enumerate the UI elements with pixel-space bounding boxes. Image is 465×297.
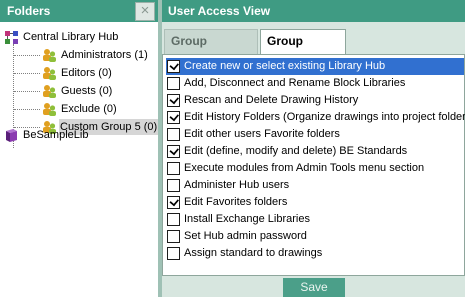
right-label: Assign standard to drawings xyxy=(184,247,323,259)
right-label: Edit other users Favorite folders xyxy=(184,128,340,140)
check-mark-icon xyxy=(169,60,179,71)
right-checkbox[interactable] xyxy=(167,60,180,73)
right-label: Create new or select existing Library Hu… xyxy=(184,60,386,72)
right-checkbox[interactable] xyxy=(167,111,180,124)
folders-title: Folders xyxy=(7,4,51,18)
right-label: Edit History Folders (Organize drawings … xyxy=(184,111,465,123)
right-item[interactable]: Edit other users Favorite folders xyxy=(166,126,464,143)
book-library-icon xyxy=(6,129,17,142)
right-checkbox[interactable] xyxy=(167,230,180,243)
right-checkbox[interactable] xyxy=(167,196,180,209)
tree-connector xyxy=(14,73,40,74)
user-group-icon xyxy=(43,49,56,62)
user-access-title: User Access View xyxy=(168,4,271,18)
right-label: Edit (define, modify and delete) BE Stan… xyxy=(184,145,408,157)
close-button[interactable]: × xyxy=(135,2,155,21)
tab-bar: Group Members Group Rights xyxy=(162,29,465,71)
right-label: Rescan and Delete Drawing History xyxy=(184,94,359,106)
right-item[interactable]: Add, Disconnect and Rename Block Librari… xyxy=(166,75,464,92)
tree-library-label: BeSampleLib xyxy=(23,129,89,141)
group-rights-list: Create new or select existing Library Hu… xyxy=(162,54,465,276)
folder-tree: Central Library Hub Administrators (1) E… xyxy=(0,29,159,297)
right-label: Add, Disconnect and Rename Block Librari… xyxy=(184,77,406,89)
right-label: Install Exchange Libraries xyxy=(184,213,310,225)
right-label: Set Hub admin password xyxy=(184,230,307,242)
check-mark-icon xyxy=(169,94,179,105)
right-label: Execute modules from Admin Tools menu se… xyxy=(184,162,425,174)
right-label: Edit Favorites folders xyxy=(184,196,288,208)
folders-header: Folders × xyxy=(0,0,158,22)
tree-connector xyxy=(14,55,40,56)
user-group-icon xyxy=(43,103,56,116)
tab-group-members[interactable]: Group Members xyxy=(164,29,258,71)
user-group-icon xyxy=(43,67,56,80)
right-item[interactable]: Administer Hub users xyxy=(166,177,464,194)
right-checkbox[interactable] xyxy=(167,145,180,158)
tree-group-label: Editors (0) xyxy=(61,67,112,79)
tree-hub-label: Central Library Hub xyxy=(23,31,119,43)
right-item[interactable]: Set Hub admin password xyxy=(166,228,464,245)
right-item[interactable]: Edit History Folders (Organize drawings … xyxy=(166,109,465,126)
right-item[interactable]: Execute modules from Admin Tools menu se… xyxy=(166,160,464,177)
check-mark-icon xyxy=(169,111,179,122)
check-mark-icon xyxy=(169,196,179,207)
right-item[interactable]: Edit Favorites folders xyxy=(166,194,464,211)
check-mark-icon xyxy=(169,145,179,156)
right-checkbox[interactable] xyxy=(167,77,180,90)
right-checkbox[interactable] xyxy=(167,128,180,141)
right-item[interactable]: Create new or select existing Library Hu… xyxy=(166,58,464,75)
right-label: Administer Hub users xyxy=(184,179,290,191)
right-checkbox[interactable] xyxy=(167,94,180,107)
user-group-icon xyxy=(43,85,56,98)
right-checkbox[interactable] xyxy=(167,179,180,192)
tree-group-label: Exclude (0) xyxy=(61,103,117,115)
tree-connector xyxy=(14,109,40,110)
right-item[interactable]: Install Exchange Libraries xyxy=(166,211,464,228)
right-checkbox[interactable] xyxy=(167,162,180,175)
right-item[interactable]: Rescan and Delete Drawing History xyxy=(166,92,464,109)
tab-group-rights[interactable]: Group Rights xyxy=(260,29,346,71)
right-item[interactable]: Assign standard to drawings xyxy=(166,245,464,262)
right-item[interactable]: Edit (define, modify and delete) BE Stan… xyxy=(166,143,464,160)
user-access-header: User Access View xyxy=(162,0,465,22)
folders-panel: Folders × Central Library Hub Administra… xyxy=(0,0,159,297)
right-checkbox[interactable] xyxy=(167,213,180,226)
right-checkbox[interactable] xyxy=(167,247,180,260)
library-hub-icon xyxy=(5,31,18,44)
tree-node-hub[interactable]: Central Library Hub xyxy=(4,29,156,45)
tree-group-label: Administrators (1) xyxy=(61,49,148,61)
tree-connector xyxy=(14,91,40,92)
tree-group-label: Guests (0) xyxy=(61,85,113,97)
save-button[interactable]: Save xyxy=(283,278,345,297)
